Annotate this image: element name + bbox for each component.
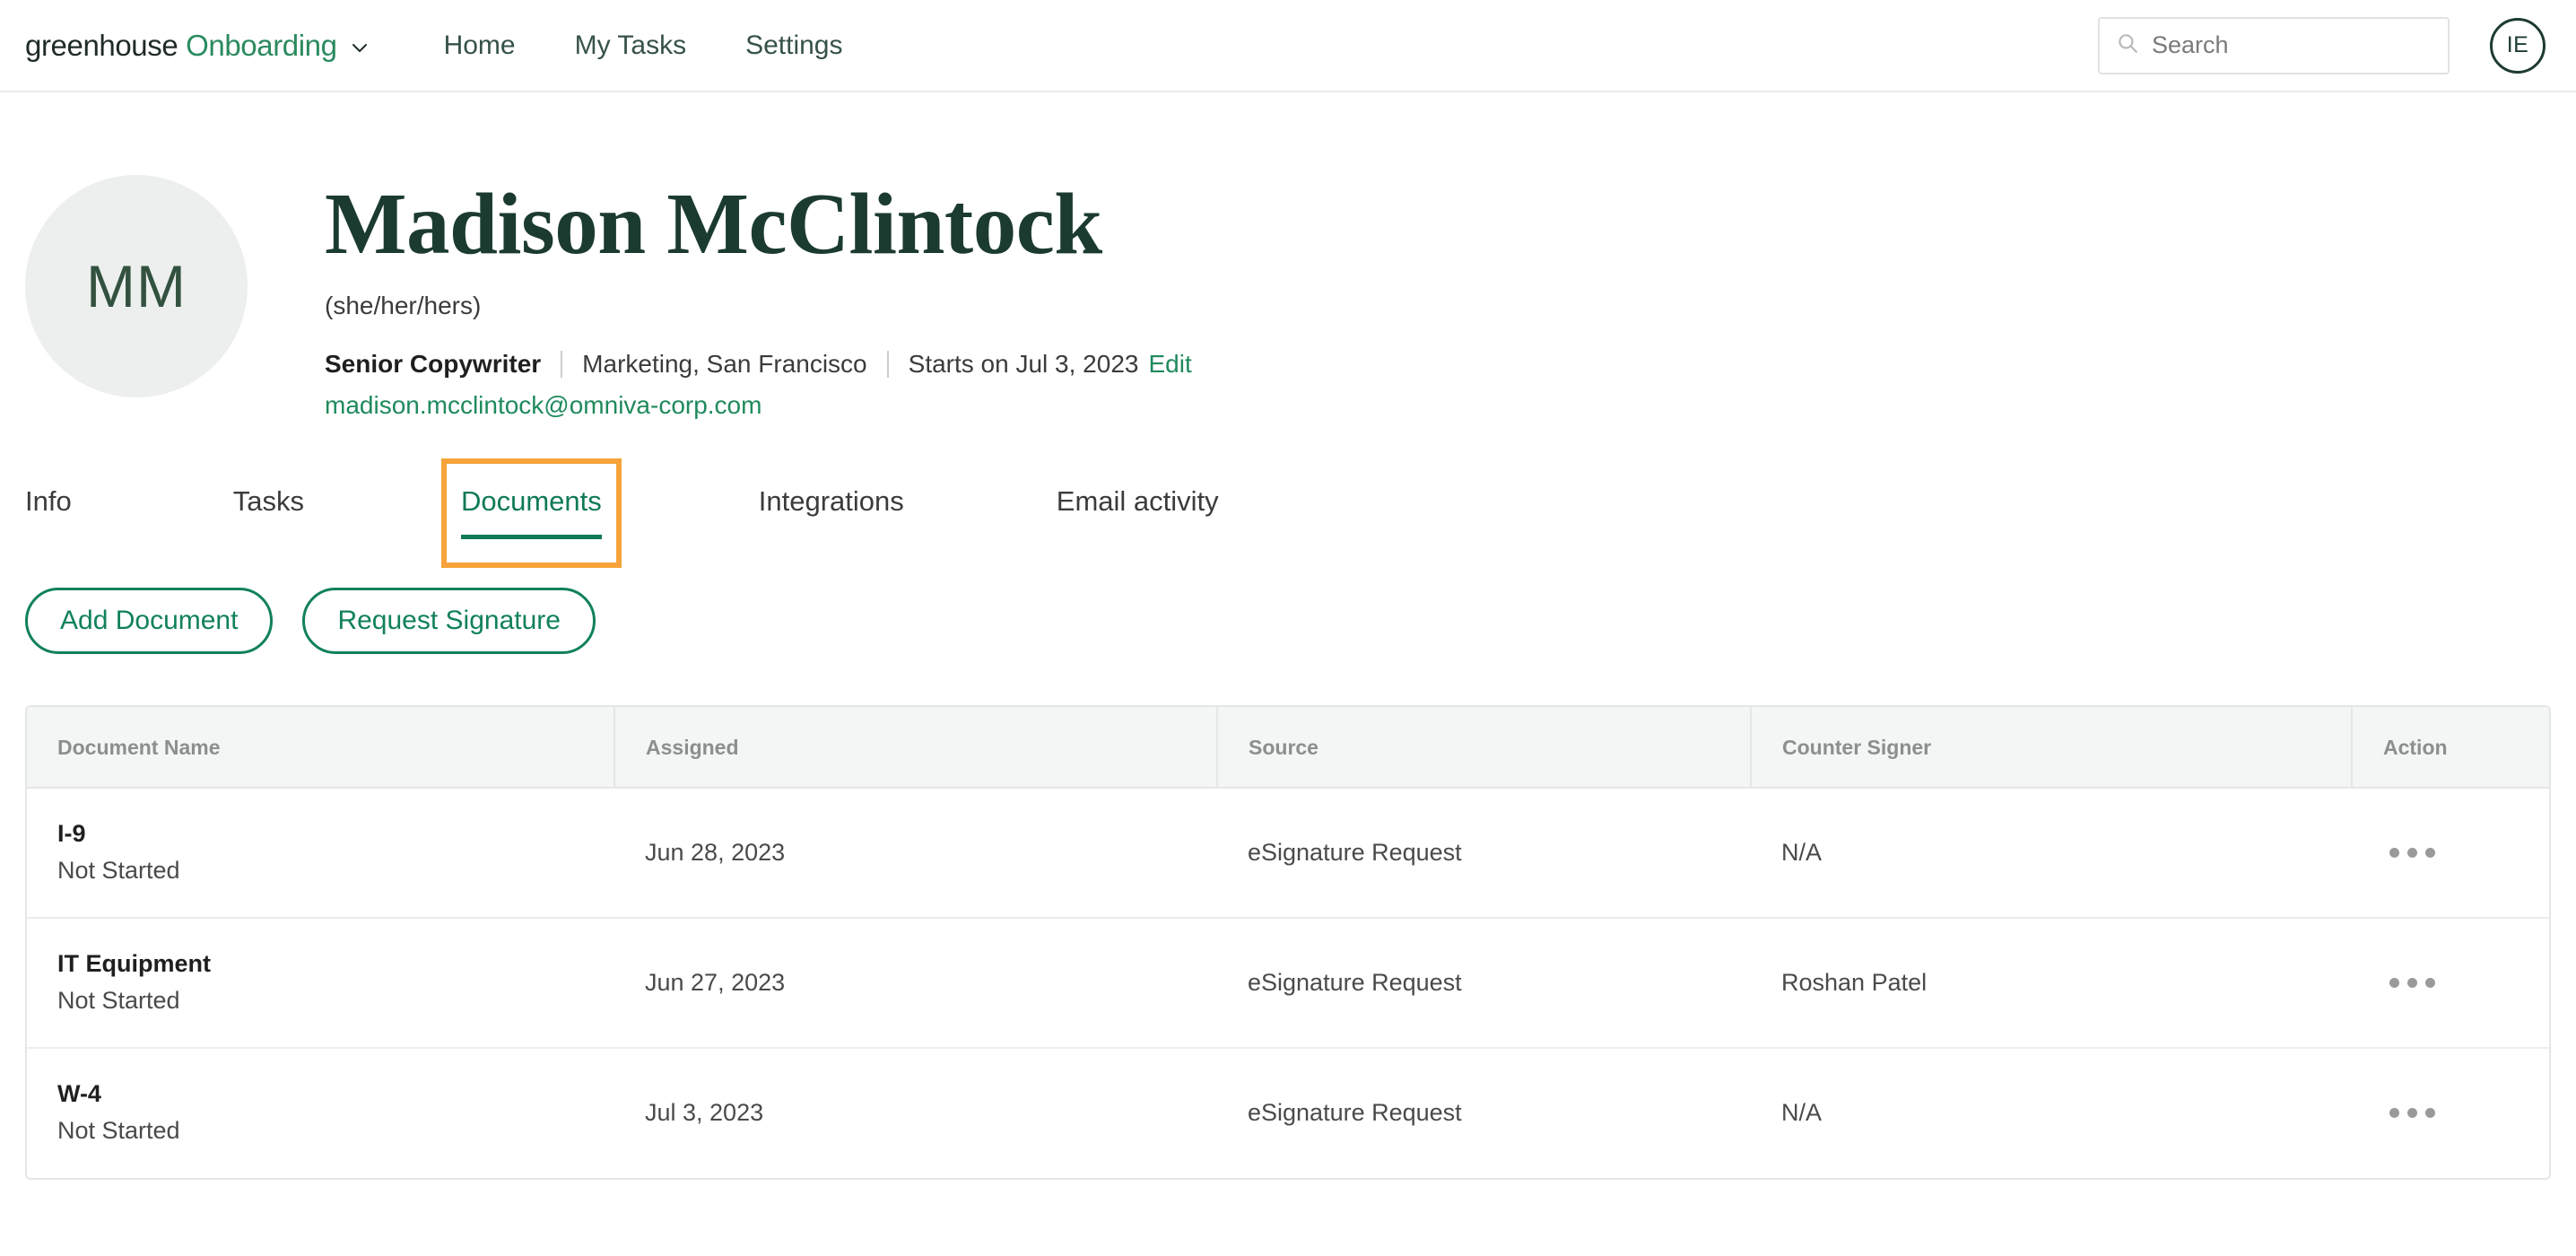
cell-document-name: W-4 Not Started <box>27 1048 614 1177</box>
table-header: Document Name Assigned Source Counter Si… <box>27 707 2549 789</box>
table-row: W-4 Not Started Jul 3, 2023 eSignature Requ… <box>27 1048 2549 1177</box>
document-status-text: Not Started <box>57 986 180 1014</box>
table-row: IT Equipment Not Started Jun 27, 2023 eSign… <box>27 918 2549 1050</box>
cell-source: eSignature Request <box>1217 918 1751 1050</box>
profile-header: MM Madison McClintock (she/her/hers) Sen… <box>0 92 2576 420</box>
tab-info[interactable]: Info <box>25 469 72 532</box>
cell-source: eSignature Request <box>1248 1099 1462 1127</box>
documents-table-container: Document Name Assigned Source Counter Si… <box>25 705 2551 1180</box>
active-tab-underline <box>460 535 602 539</box>
cell-counter-signer: Roshan Patel <box>1751 918 2352 1050</box>
add-document-button[interactable]: Add Document <box>25 588 274 654</box>
brand-logo[interactable]: greenhouse Onboarding <box>25 29 370 63</box>
kebab-menu-icon[interactable] <box>2382 978 2549 989</box>
profile-job-title: Senior Copywriter <box>325 350 542 378</box>
column-header-source: Source <box>1217 707 1752 789</box>
cell-action <box>2352 918 2549 1050</box>
tab-email-activity[interactable]: Email activity <box>1057 469 1219 532</box>
main-nav: Home My Tasks Settings <box>444 31 843 61</box>
nav-item-settings[interactable]: Settings <box>745 31 842 61</box>
table-row: I-9 Not Started Jun 28, 2023 eSignature Req… <box>27 788 2549 920</box>
nav-item-my-tasks[interactable]: My Tasks <box>575 31 686 61</box>
meta-divider <box>886 351 889 378</box>
column-header-assigned: Assigned <box>614 707 1218 789</box>
brand-secondary-label: Onboarding <box>186 28 337 62</box>
document-actions: Add Document Request Signature <box>0 588 2576 654</box>
search-input[interactable] <box>2152 31 2432 59</box>
document-name-text: IT Equipment <box>57 950 211 978</box>
cell-assigned: Jun 28, 2023 <box>614 788 1217 920</box>
edit-profile-link[interactable]: Edit <box>1148 350 1191 379</box>
top-navigation-bar: greenhouse Onboarding Home My Tasks Sett… <box>0 0 2576 92</box>
documents-table: Document Name Assigned Source Counter Si… <box>27 707 2549 1178</box>
tab-integrations[interactable]: Integrations <box>759 469 904 532</box>
kebab-menu-icon[interactable] <box>2382 848 2549 859</box>
user-avatar[interactable]: IE <box>2490 17 2546 74</box>
page-title: Madison McClintock <box>325 176 1102 272</box>
search-icon <box>2116 31 2139 59</box>
column-header-counter-signer: Counter Signer <box>1751 707 2353 789</box>
chevron-down-icon[interactable] <box>349 37 370 58</box>
profile-pronouns: (she/her/hers) <box>325 292 482 319</box>
profile-start-date: Starts on Jul 3, 2023 <box>908 350 1139 378</box>
table-header-row: Document Name Assigned Source Counter Si… <box>27 707 2549 789</box>
profile-department-location: Marketing, San Francisco <box>582 350 867 378</box>
document-name-text: W-4 <box>57 1080 101 1108</box>
column-header-document-name: Document Name <box>27 707 615 789</box>
table-body: I-9 Not Started Jun 28, 2023 eSignature Req… <box>27 788 2549 1178</box>
column-header-action: Action <box>2352 707 2549 789</box>
profile-details: Madison McClintock (she/her/hers) Senior… <box>248 175 1192 420</box>
cell-assigned: Jun 27, 2023 <box>614 918 1217 1050</box>
profile-meta-row: Senior Copywriter Marketing, San Francis… <box>325 350 1192 379</box>
profile-email-row: madison.mcclintock@omniva-corp.com <box>325 391 1192 420</box>
page-content: MM Madison McClintock (she/her/hers) Sen… <box>0 92 2576 1180</box>
request-signature-button[interactable]: Request Signature <box>302 588 596 654</box>
cell-document-name: IT Equipment Not Started <box>27 918 614 1050</box>
cell-source: eSignature Request <box>1217 788 1751 920</box>
cell-counter-signer: N/A <box>1751 788 2352 920</box>
tab-documents[interactable]: Documents <box>460 469 602 539</box>
tab-tasks-label: Tasks <box>232 485 304 517</box>
cell-document-name: I-9 Not Started <box>27 788 614 920</box>
profile-tabs: Info Tasks Documents Integrations Email … <box>0 458 2576 568</box>
profile-avatar: MM <box>25 175 248 397</box>
topbar-right-cluster: IE <box>2098 16 2546 74</box>
cell-counter-signer: N/A <box>1781 1099 1823 1127</box>
tab-documents-label: Documents <box>460 485 602 517</box>
tab-integrations-label: Integrations <box>758 485 904 517</box>
profile-email-link[interactable]: madison.mcclintock@omniva-corp.com <box>325 391 761 419</box>
tab-info-label: Info <box>25 485 72 517</box>
tab-email-activity-label: Email activity <box>1056 485 1219 517</box>
cell-assigned: Jul 3, 2023 <box>645 1099 764 1127</box>
document-name-text: I-9 <box>57 820 86 847</box>
cell-action <box>2352 788 2549 920</box>
document-status-text: Not Started <box>57 856 180 884</box>
tab-tasks[interactable]: Tasks <box>233 469 304 532</box>
meta-divider <box>561 351 563 378</box>
cell-action <box>2352 1048 2549 1177</box>
search-box[interactable] <box>2098 16 2450 74</box>
nav-item-home[interactable]: Home <box>444 31 516 61</box>
document-status-text: Not Started <box>57 1117 180 1145</box>
brand-primary-label: greenhouse <box>25 28 178 62</box>
kebab-menu-icon[interactable] <box>2382 1108 2549 1119</box>
